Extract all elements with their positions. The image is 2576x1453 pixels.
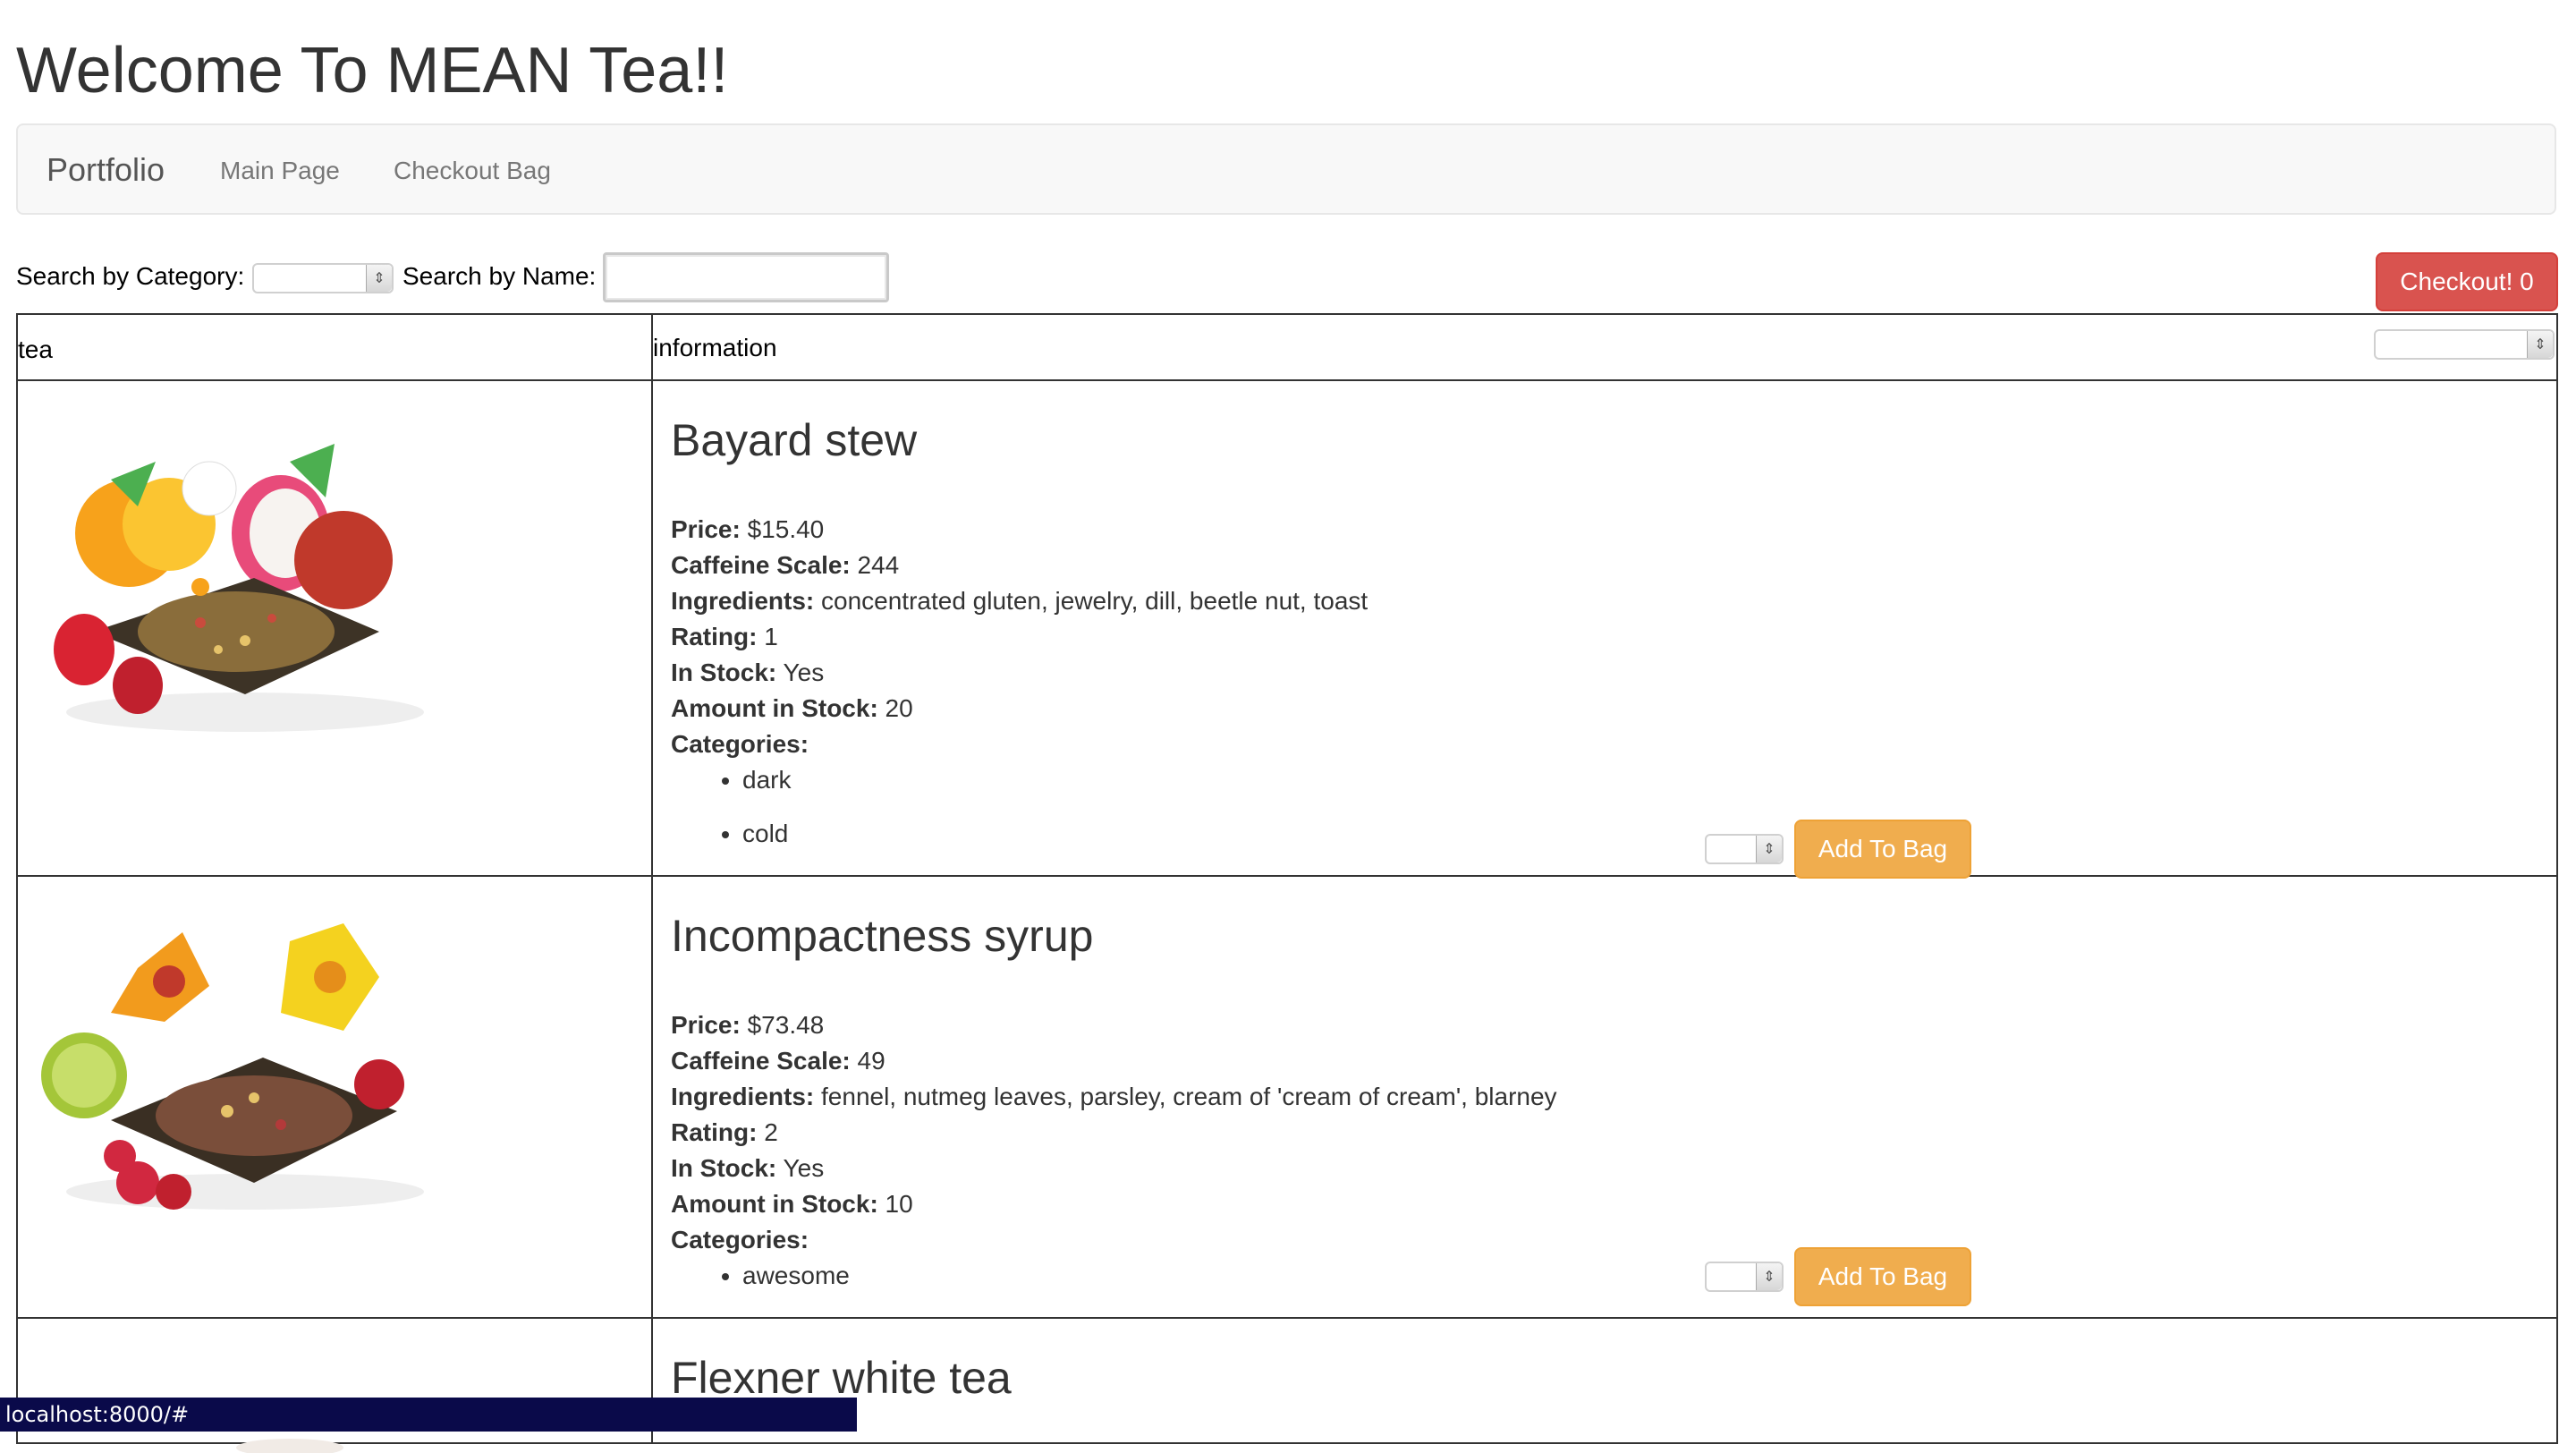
caffeine-value: 244	[857, 551, 900, 579]
quantity-select[interactable]: ⇕	[1705, 834, 1784, 864]
column-header-information-label: information	[653, 334, 777, 361]
category-list: dark cold	[671, 762, 1368, 852]
tea-name: Bayard stew	[671, 415, 918, 465]
rating-value: 1	[764, 623, 778, 650]
checkout-button[interactable]: Checkout! 0	[2376, 252, 2558, 311]
updown-chevron-icon: ⇕	[1756, 1263, 1782, 1290]
column-header-tea-label: tea	[18, 336, 53, 363]
page-title: Welcome To MEAN Tea!!	[16, 35, 729, 106]
nav-link-main-page[interactable]: Main Page	[220, 156, 340, 186]
tea-info-cell: Flexner white tea	[651, 1317, 2558, 1444]
sort-select[interactable]: ⇕	[2374, 329, 2555, 360]
table-row: Incompactness syrup Price: $73.48 Caffei…	[16, 875, 2558, 1319]
category-search-label: Search by Category:	[16, 262, 245, 290]
categories-label: Categories:	[671, 1226, 809, 1253]
column-header-information: information ⇕	[651, 313, 2558, 381]
price-label: Price:	[671, 515, 741, 543]
hibiscus-tea-photo	[41, 923, 424, 1210]
updown-chevron-icon: ⇕	[1756, 836, 1782, 862]
ingredients-value: concentrated gluten, jewelry, dill, beet…	[821, 587, 1368, 615]
table-header-row: tea information ⇕	[16, 313, 2558, 381]
navbar: Portfolio Main Page Checkout Bag	[16, 123, 2556, 215]
category-item: dark	[742, 762, 1368, 798]
rating-label: Rating:	[671, 623, 758, 650]
status-bar-url: localhost:8000/#	[0, 1398, 857, 1432]
nav-link-checkout-bag[interactable]: Checkout Bag	[394, 156, 551, 186]
in-stock-label: In Stock:	[671, 659, 777, 686]
add-to-bag-button[interactable]: Add To Bag	[1794, 820, 1971, 879]
tea-info-cell: Bayard stew Price: $15.40 Caffeine Scale…	[651, 379, 2558, 879]
ingredients-label: Ingredients:	[671, 587, 815, 615]
in-stock-label: In Stock:	[671, 1154, 777, 1182]
name-search-label: Search by Name:	[402, 262, 597, 290]
amount-label: Amount in Stock:	[671, 1190, 878, 1218]
tea-details: Price: $15.40 Caffeine Scale: 244 Ingred…	[671, 512, 1368, 852]
quantity-select[interactable]: ⇕	[1705, 1262, 1784, 1292]
tea-details: Price: $73.48 Caffeine Scale: 49 Ingredi…	[671, 1007, 1557, 1294]
updown-chevron-icon: ⇕	[366, 265, 392, 292]
amount-value: 10	[885, 1190, 913, 1218]
column-header-tea: tea	[16, 313, 653, 381]
updown-chevron-icon: ⇕	[2527, 331, 2553, 358]
amount-value: 20	[885, 694, 913, 722]
rating-value: 2	[764, 1118, 778, 1146]
table-row: Bayard stew Price: $15.40 Caffeine Scale…	[16, 379, 2558, 879]
add-to-bag-button[interactable]: Add To Bag	[1794, 1247, 1971, 1306]
category-select[interactable]: ⇕	[252, 263, 394, 293]
search-bar: Search by Category: ⇕ Search by Name:	[16, 252, 2556, 302]
caffeine-label: Caffeine Scale:	[671, 1047, 851, 1075]
caffeine-label: Caffeine Scale:	[671, 551, 851, 579]
fruit-tea-photo	[54, 444, 424, 732]
category-item: cold	[742, 816, 1368, 852]
price-label: Price:	[671, 1011, 741, 1039]
tea-name: Flexner white tea	[671, 1353, 1012, 1403]
in-stock-value: Yes	[783, 1154, 825, 1182]
nav-brand-portfolio[interactable]: Portfolio	[47, 149, 165, 191]
tea-image-cell	[16, 379, 653, 877]
ingredients-label: Ingredients:	[671, 1083, 815, 1110]
rating-label: Rating:	[671, 1118, 758, 1146]
ingredients-value: fennel, nutmeg leaves, parsley, cream of…	[821, 1083, 1557, 1110]
tea-name: Incompactness syrup	[671, 911, 1094, 961]
tea-table: tea information ⇕ Bayard stew Price: $15…	[16, 313, 2558, 1453]
category-list: awesome	[671, 1258, 1557, 1294]
price-value: $15.40	[747, 515, 825, 543]
price-value: $73.48	[747, 1011, 825, 1039]
tea-info-cell: Incompactness syrup Price: $73.48 Caffei…	[651, 875, 2558, 1319]
category-item: awesome	[742, 1258, 1557, 1294]
tea-image-cell	[16, 875, 653, 1319]
caffeine-value: 49	[857, 1047, 886, 1075]
in-stock-value: Yes	[783, 659, 825, 686]
name-search-input[interactable]	[603, 252, 889, 302]
amount-label: Amount in Stock:	[671, 694, 878, 722]
categories-label: Categories:	[671, 730, 809, 758]
